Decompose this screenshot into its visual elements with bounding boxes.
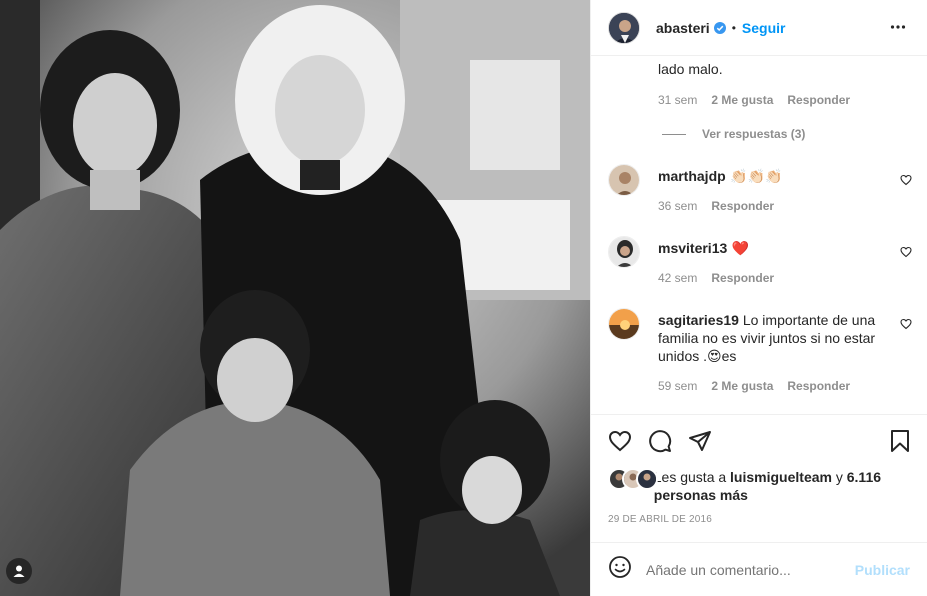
replies-line xyxy=(662,133,686,135)
comment-text: lado malo. xyxy=(658,61,723,77)
comment-heart-icon[interactable] xyxy=(900,317,912,335)
reply-button[interactable]: Responder xyxy=(711,271,774,285)
comment-text: ❤️ xyxy=(731,240,750,256)
comment-heart-icon[interactable] xyxy=(900,245,912,263)
comment-time[interactable]: 31 sem xyxy=(658,93,697,107)
add-comment-bar: Publicar xyxy=(591,542,927,596)
commenter-username[interactable]: sagitaries19 xyxy=(658,312,739,328)
post-photo[interactable] xyxy=(0,0,590,596)
comment-text: 👏🏻👏🏻👏🏻 xyxy=(730,168,783,184)
liker-avatars[interactable] xyxy=(608,468,658,490)
post-header: abasteri • Seguir xyxy=(591,0,927,56)
post-actions-bar xyxy=(591,414,927,462)
verified-badge-icon xyxy=(713,21,726,34)
comment-item: msviteri13 ❤️ xyxy=(658,239,749,258)
view-replies-button[interactable]: Ver respuestas (3) xyxy=(662,127,805,141)
commenter-username[interactable]: msviteri13 xyxy=(658,240,727,256)
share-icon[interactable] xyxy=(688,429,712,458)
reply-button[interactable]: Responder xyxy=(787,93,850,107)
publish-button[interactable]: Publicar xyxy=(855,562,910,578)
comment-meta: 59 sem 2 Me gusta Responder xyxy=(658,379,850,393)
comment-input[interactable] xyxy=(646,561,846,578)
author-username[interactable]: abasteri xyxy=(656,20,710,36)
comment-item: sagitaries19 Lo importante de una famili… xyxy=(658,311,888,365)
liker-username[interactable]: luismiguelteam xyxy=(730,469,832,485)
comment-time[interactable]: 59 sem xyxy=(658,379,697,393)
follow-button[interactable]: Seguir xyxy=(742,20,786,36)
comment-icon[interactable] xyxy=(648,429,672,458)
comment-likes-count[interactable]: 2 Me gusta xyxy=(711,93,773,107)
comment-body: sagitaries19 Lo importante de una famili… xyxy=(658,311,888,365)
heart-icon[interactable] xyxy=(608,429,632,458)
comment-meta: 42 sem Responder xyxy=(658,271,774,285)
likes-conj: y xyxy=(835,469,843,485)
comments-list[interactable]: lado malo. 31 sem 2 Me gusta Responder V… xyxy=(591,57,927,414)
comment-continuation: lado malo. xyxy=(658,60,723,79)
comment-likes-count[interactable]: 2 Me gusta xyxy=(711,379,773,393)
commenter-avatar[interactable] xyxy=(608,308,640,340)
commenter-avatar[interactable] xyxy=(608,164,640,196)
post-side-panel: abasteri • Seguir lado malo. 31 sem 2 Me… xyxy=(590,0,927,596)
emoji-icon[interactable] xyxy=(608,555,632,584)
user-tag-icon[interactable] xyxy=(6,558,32,584)
reply-button[interactable]: Responder xyxy=(787,379,850,393)
comment-time[interactable]: 36 sem xyxy=(658,199,697,213)
comment-heart-icon[interactable] xyxy=(900,173,912,191)
family-photo-image xyxy=(0,0,590,596)
liker-avatar xyxy=(636,468,658,490)
commenter-username[interactable]: marthajdp xyxy=(658,168,726,184)
likes-summary: Les gusta a luismiguelteam y 6.116 perso… xyxy=(608,468,908,504)
more-options-icon[interactable] xyxy=(890,19,906,40)
comment-meta: 31 sem 2 Me gusta Responder xyxy=(658,93,850,107)
comment-item: marthajdp 👏🏻👏🏻👏🏻 xyxy=(658,167,782,186)
comment-time[interactable]: 42 sem xyxy=(658,271,697,285)
likes-text: Les gusta a luismiguelteam y 6.116 perso… xyxy=(654,468,908,504)
reply-button[interactable]: Responder xyxy=(711,199,774,213)
view-replies-label: Ver respuestas (3) xyxy=(702,127,806,141)
likes-prefix: Les gusta a xyxy=(653,469,727,485)
bookmark-icon[interactable] xyxy=(888,429,912,458)
commenter-avatar[interactable] xyxy=(608,236,640,268)
comment-meta: 36 sem Responder xyxy=(658,199,774,213)
separator-dot: • xyxy=(731,20,736,35)
post-date[interactable]: 29 de abril de 2016 xyxy=(608,514,712,525)
author-avatar[interactable] xyxy=(608,11,640,44)
